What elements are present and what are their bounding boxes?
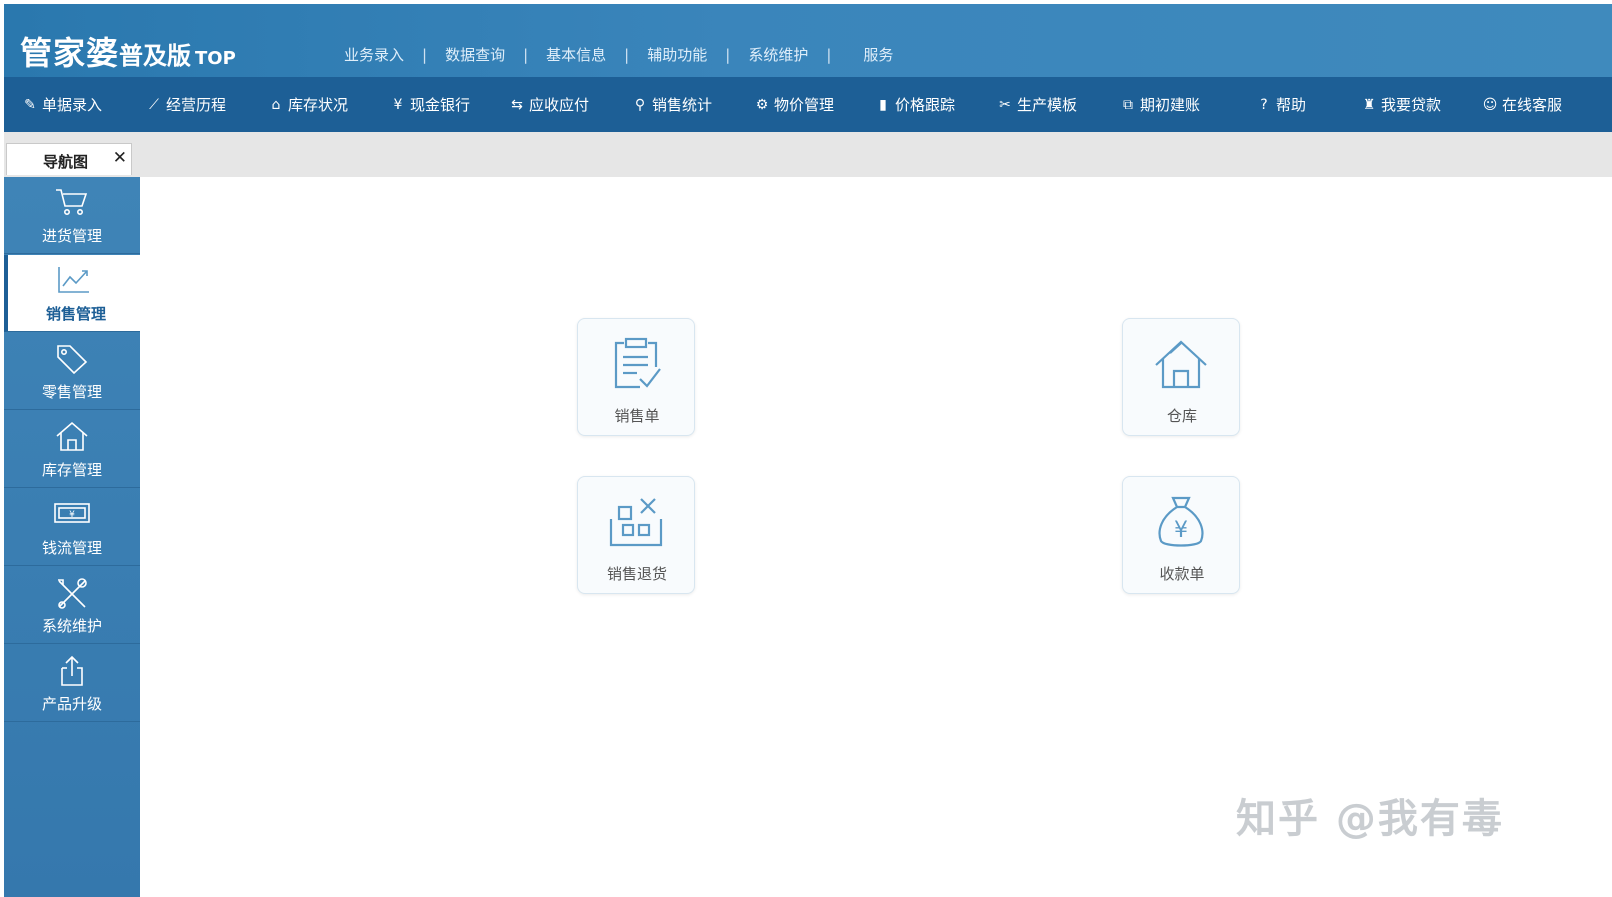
sidebar-item-label: 进货管理 [41, 227, 102, 245]
logo-top-text: TOP [195, 48, 236, 69]
tile-label: 销售单 [614, 407, 660, 425]
tile-receipt[interactable]: ¥ 收款单 [1122, 476, 1240, 594]
sidebar-item-system[interactable]: 系统维护 [4, 567, 140, 644]
sidebar-item-label: 系统维护 [41, 617, 102, 635]
banknote-icon: ¥ [54, 503, 90, 523]
toolbar-label: 帮助 [1276, 96, 1307, 114]
sidebar: 进货管理 销售管理 零售管理 库存管理 ¥ 钱流管理 系统维护 产品升级 [4, 177, 140, 897]
menu-item[interactable]: 业务录入 [344, 44, 404, 65]
top-menu: 业务录入 | 数据查询 | 基本信息 | 辅助功能 | 系统维护 | 服务 [344, 44, 893, 65]
search-icon: ⚲ [634, 96, 646, 113]
toolbar-label: 生产模板 [1017, 96, 1078, 114]
tab-label: 导航图 [43, 153, 89, 171]
tab-bar: 导航图 ✕ [4, 132, 1612, 177]
menu-item[interactable]: 系统维护 [748, 44, 808, 65]
tile-label: 仓库 [1166, 407, 1197, 425]
boxes-return-icon [609, 498, 663, 547]
menu-item[interactable]: 辅助功能 [647, 44, 707, 65]
menu-separator: | [725, 45, 731, 64]
toolbar-label: 单据录入 [42, 96, 103, 114]
tab-navigation-map[interactable]: 导航图 ✕ [6, 143, 132, 175]
wrench-icon: ✂ [999, 96, 1011, 113]
tile-sales-return[interactable]: 销售退货 [577, 476, 695, 594]
sidebar-item-cashflow[interactable]: ¥ 钱流管理 [4, 489, 140, 566]
chat-icon: ☺ [1482, 96, 1498, 113]
toolbar-item-production-template[interactable]: ✂ 生产模板 [997, 77, 1077, 132]
toolbar-item-price-manage[interactable]: ⚙ 物价管理 [754, 77, 834, 132]
toolbar-item-inventory[interactable]: ⌂ 库存状况 [268, 77, 348, 132]
gear-icon: ⚙ [755, 96, 769, 113]
house-icon [56, 421, 88, 451]
toolbar-label: 库存状况 [288, 96, 349, 114]
watermark: 知乎 @我有毒 [1236, 796, 1504, 842]
sidebar-item-label: 销售管理 [45, 305, 106, 323]
toolbar-item-online-service[interactable]: ☺ 在线客服 [1482, 77, 1562, 132]
toolbar-item-receivables[interactable]: ⇆ 应收应付 [509, 77, 589, 132]
sidebar-item-label: 钱流管理 [41, 539, 102, 557]
sidebar-item-retail[interactable]: 零售管理 [4, 333, 140, 410]
toolbar-label: 物价管理 [774, 96, 835, 114]
menu-item[interactable]: 基本信息 [546, 44, 606, 65]
sidebar-item-purchase[interactable]: 进货管理 [4, 177, 140, 254]
logo-sub-text: 普及版 [119, 42, 192, 70]
toolbar-item-loan[interactable]: ♜ 我要贷款 [1361, 77, 1441, 132]
toolbar-item-opening-accounts[interactable]: ⧉ 期初建账 [1120, 77, 1200, 132]
toolbar-label: 销售统计 [652, 96, 713, 114]
svg-text:¥: ¥ [69, 510, 75, 520]
exchange-arrows-icon: ⇆ [511, 96, 523, 113]
tile-sales-order[interactable]: 销售单 [577, 318, 695, 436]
menu-separator: | [422, 45, 428, 64]
sidebar-item-sales[interactable]: 销售管理 [4, 255, 140, 332]
line-chart-icon: ⟋ [149, 96, 159, 113]
toolbar-label: 期初建账 [1140, 96, 1201, 114]
toolbar-item-document-entry[interactable]: ✎ 单据录入 [22, 77, 102, 132]
tag-icon [57, 345, 88, 374]
cart-icon [56, 189, 88, 215]
yen-bag-icon: ¥ [1158, 496, 1204, 547]
home-icon: ⌂ [271, 96, 281, 113]
tile-label: 销售退货 [606, 565, 667, 583]
app-header: 管家婆普及版 TOP 业务录入 | 数据查询 | 基本信息 | 辅助功能 | 系统维护 | … [4, 4, 1612, 77]
menu-item[interactable]: 服务 [863, 44, 893, 65]
document-edit-icon: ✎ [24, 96, 36, 113]
yen-icon: ¥ [393, 96, 403, 113]
external-link-icon: ⧉ [1123, 96, 1133, 113]
sidebar-item-inventory[interactable]: 库存管理 [4, 411, 140, 488]
toolbar-item-cash-bank[interactable]: ¥ 现金银行 [390, 77, 470, 132]
bar-chart-icon: ▮ [879, 96, 887, 113]
toolbar-item-price-track[interactable]: ▮ 价格跟踪 [875, 77, 955, 132]
toolbar-label: 在线客服 [1502, 96, 1563, 114]
logo-main-text: 管家婆 [20, 34, 120, 72]
toolbar-label: 应收应付 [529, 96, 590, 114]
upload-icon [61, 655, 83, 686]
money-bag-icon: ♜ [1362, 96, 1376, 113]
tile-label: 收款单 [1159, 565, 1205, 583]
sidebar-item-upgrade[interactable]: 产品升级 [4, 645, 140, 722]
tile-warehouse[interactable]: 仓库 [1122, 318, 1240, 436]
tools-icon [58, 578, 87, 609]
menu-item[interactable]: 数据查询 [445, 44, 505, 65]
sidebar-item-label: 库存管理 [41, 461, 102, 479]
warehouse-icon [1155, 340, 1207, 389]
toolbar-label: 我要贷款 [1381, 96, 1442, 114]
toolbar-label: 价格跟踪 [895, 96, 956, 114]
toolbar-item-history[interactable]: ⟋ 经营历程 [146, 77, 226, 132]
question-icon: ? [1260, 96, 1268, 113]
sidebar-item-label: 零售管理 [41, 383, 102, 401]
menu-separator: | [826, 45, 832, 64]
sidebar-item-label: 产品升级 [41, 695, 102, 713]
main-toolbar: ✎ 单据录入 ⟋ 经营历程 ⌂ 库存状况 ¥ 现金银行 ⇆ 应收应付 ⚲ 销售统计 ⚙ 物价管… [4, 77, 1612, 132]
toolbar-item-help[interactable]: ? 帮助 [1256, 77, 1306, 132]
app-logo: 管家婆普及版 TOP [20, 28, 236, 74]
toolbar-item-sales-stats[interactable]: ⚲ 销售统计 [632, 77, 712, 132]
toolbar-label: 现金银行 [410, 96, 471, 114]
close-icon[interactable]: ✕ [113, 148, 127, 168]
menu-separator: | [624, 45, 630, 64]
trend-chart-icon [58, 267, 89, 293]
menu-separator: | [523, 45, 529, 64]
toolbar-label: 经营历程 [166, 96, 227, 114]
clipboard-check-icon [614, 337, 661, 389]
svg-text:¥: ¥ [1174, 518, 1188, 543]
